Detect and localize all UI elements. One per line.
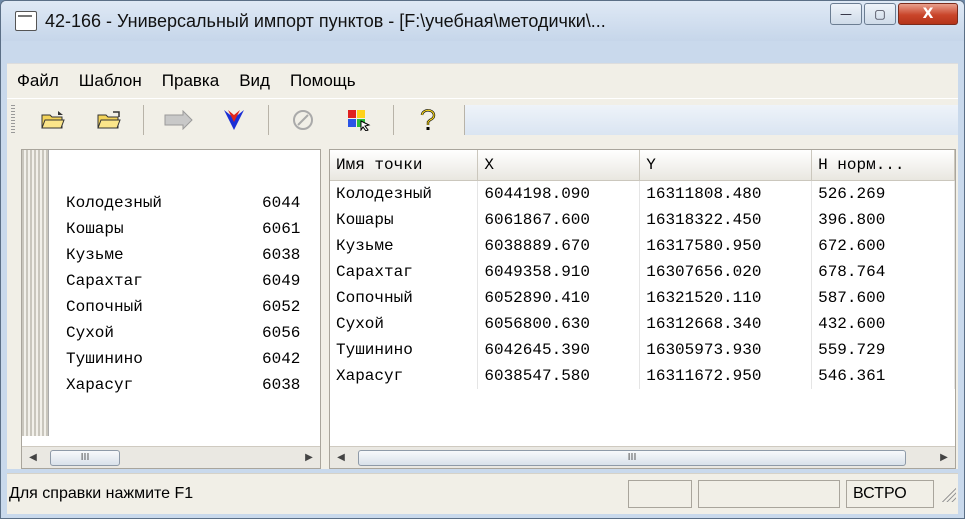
status-panel-2 [698, 480, 840, 508]
red-blue-v-icon [224, 110, 244, 130]
table-row[interactable]: Сарахтаг 6049358.910 16307656.020 678.764 [330, 258, 955, 285]
v-action-button[interactable] [216, 104, 252, 136]
resize-grip[interactable] [940, 486, 956, 502]
run-button[interactable] [160, 104, 196, 136]
table-row[interactable]: Сопочный 6052890.410 16321520.110 587.600 [330, 284, 955, 311]
toolbar-fill [464, 105, 958, 135]
points-table: Имя точки X Y H норм... Колодезный 604419… [330, 150, 955, 389]
table-row[interactable]: Кошары 6061867.600 16318322.450 396.800 [330, 206, 955, 233]
open-folder-2-icon [97, 111, 121, 129]
column-header-y[interactable]: Y [639, 150, 813, 181]
scroll-track[interactable]: III [352, 448, 933, 468]
close-icon: X [922, 6, 934, 22]
scroll-left-icon[interactable]: ◀ [22, 448, 44, 468]
table-row[interactable]: Харасуг 6038547.580 16311672.950 546.361 [330, 362, 955, 389]
table-header-row: Имя точки X Y H норм... [330, 150, 955, 181]
menu-bar: Файл Шаблон Правка Вид Помощь [7, 63, 958, 98]
column-header-name[interactable]: Имя точки [330, 150, 479, 181]
disabled-circle-icon [293, 110, 313, 130]
scroll-right-icon[interactable]: ▶ [298, 448, 320, 468]
window-title: 42-166 - Универсальный импорт пунктов - … [45, 10, 606, 31]
minimize-icon: — [840, 7, 852, 21]
maximize-button[interactable]: ▢ [864, 3, 896, 25]
table-row[interactable]: Кузьме 6038889.670 16317580.950 672.600 [330, 232, 955, 259]
toolbar-separator [393, 105, 394, 135]
minimize-button[interactable]: — [830, 3, 862, 25]
toolbar-grip[interactable] [11, 105, 15, 135]
status-panel-1 [628, 480, 692, 508]
colors-button[interactable] [341, 104, 377, 136]
scroll-thumb[interactable]: III [50, 449, 120, 466]
list-item[interactable]: Тушинино 6042 [66, 350, 302, 376]
points-table-pane[interactable]: Имя точки X Y H норм... Колодезный 604419… [329, 149, 956, 469]
scroll-right-icon[interactable]: ▶ [933, 448, 955, 468]
scroll-thumb[interactable]: III [358, 449, 906, 466]
main-window: 42-166 - Универсальный импорт пунктов - … [0, 0, 965, 519]
row-stripes [22, 150, 49, 436]
title-bar[interactable]: 42-166 - Универсальный импорт пунктов - … [1, 1, 964, 41]
close-button[interactable]: X [898, 3, 958, 25]
table-horizontal-scrollbar[interactable]: ◀ III ▶ [330, 446, 955, 468]
menu-view[interactable]: Вид [229, 71, 280, 91]
list-item[interactable]: Харасуг 6038 [66, 376, 302, 402]
status-panel-ins: ВСТРО [846, 480, 934, 508]
menu-file[interactable]: Файл [7, 71, 69, 91]
list-item[interactable]: Колодезный 6044 [66, 194, 302, 220]
table-row[interactable]: Сухой 6056800.630 16312668.340 432.600 [330, 310, 955, 337]
list-item[interactable]: Сопочный 6052 [66, 298, 302, 324]
menu-help[interactable]: Помощь [280, 71, 366, 91]
left-horizontal-scrollbar[interactable]: ◀ III ▶ [22, 446, 320, 468]
color-grid-icon [348, 110, 371, 131]
list-item[interactable]: Кузьме 6038 [66, 246, 302, 272]
play-arrow-icon [164, 110, 193, 130]
scroll-track[interactable]: III [44, 448, 298, 468]
toolbar-separator [143, 105, 144, 135]
app-icon[interactable] [15, 11, 37, 31]
help-question-icon [420, 109, 436, 130]
status-text: Для справки нажмите F1 [9, 485, 194, 502]
content-area: Колодезный 6044 Кошары 6061 Кузьме 6038 Сар… [7, 141, 958, 469]
open-template-button[interactable] [91, 104, 127, 136]
list-item[interactable]: Кошары 6061 [66, 220, 302, 246]
maximize-icon: ▢ [874, 7, 886, 21]
help-button[interactable] [410, 104, 446, 136]
stop-button[interactable] [285, 104, 321, 136]
column-header-h[interactable]: H норм... [811, 150, 955, 181]
table-row[interactable]: Колодезный 6044198.090 16311808.480 526.269 [330, 180, 955, 207]
toolbar [7, 98, 958, 142]
window-controls: — ▢ X [830, 3, 958, 25]
status-bar: Для справки нажмите F1 ВСТРО [7, 473, 958, 514]
open-button[interactable] [35, 104, 71, 136]
menu-template[interactable]: Шаблон [69, 71, 152, 91]
list-item[interactable]: Сухой 6056 [66, 324, 302, 350]
list-item[interactable]: Сарахтаг 6049 [66, 272, 302, 298]
table-row[interactable]: Тушинино 6042645.390 16305973.930 559.729 [330, 336, 955, 363]
open-folder-icon [41, 111, 65, 129]
column-header-x[interactable]: X [477, 150, 641, 181]
menu-edit[interactable]: Правка [152, 71, 229, 91]
scroll-left-icon[interactable]: ◀ [330, 448, 352, 468]
toolbar-separator [268, 105, 269, 135]
left-preview-pane[interactable]: Колодезный 6044 Кошары 6061 Кузьме 6038 Сар… [21, 149, 321, 469]
